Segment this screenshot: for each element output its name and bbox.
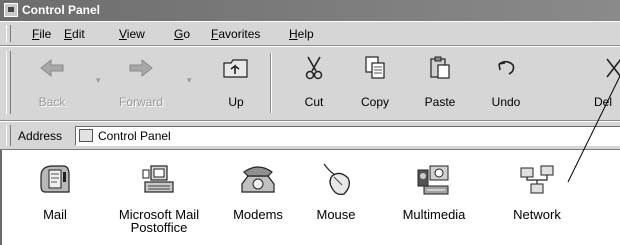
item-label: Mail	[43, 207, 67, 222]
scissors-icon	[305, 56, 323, 80]
undo-button[interactable]: Undo	[482, 53, 530, 115]
window-title: Control Panel	[22, 3, 101, 17]
toolbar: Back ▾ Forward ▾ Up Cut Copy Paste Undo …	[0, 46, 620, 121]
back-dropdown-icon[interactable]: ▾	[96, 75, 101, 86]
toolbar-grip[interactable]	[6, 51, 11, 114]
back-arrow-icon	[40, 58, 64, 78]
item-label: Multimedia	[402, 207, 466, 222]
address-value: Control Panel	[98, 129, 171, 143]
forward-arrow-icon	[129, 58, 153, 78]
address-grip[interactable]	[6, 125, 11, 146]
delete-icon	[606, 58, 620, 78]
mail-icon	[40, 165, 70, 193]
menu-bar: File Edit View Go Favorites Help	[0, 21, 620, 46]
undo-icon	[498, 60, 515, 75]
menu-go[interactable]: Go	[174, 27, 190, 41]
item-mail[interactable]: Mail	[5, 162, 105, 221]
menu-favorites[interactable]: Favorites	[211, 27, 260, 41]
item-multimedia[interactable]: Multimedia	[384, 162, 484, 221]
mouse-icon	[323, 163, 350, 196]
address-input[interactable]: Control Panel	[75, 126, 620, 146]
network-icon	[520, 165, 554, 194]
toolbar-separator	[270, 53, 272, 113]
item-label: Mouse	[316, 207, 356, 222]
back-button[interactable]: Back	[30, 53, 74, 115]
copy-label: Copy	[360, 95, 389, 109]
items-pane: Mail Microsoft Mail Postoffice Modems Mo…	[0, 150, 620, 245]
copy-icon	[365, 56, 385, 79]
undo-label: Undo	[491, 95, 521, 109]
forward-label: Forward	[118, 95, 163, 109]
mail-postoffice-icon	[142, 165, 174, 193]
paste-icon	[430, 56, 450, 79]
delete-button[interactable]: Del	[594, 53, 620, 115]
item-label: Microsoft Mail Postoffice	[118, 207, 200, 235]
control-panel-icon	[4, 3, 18, 17]
delete-label: Del	[594, 95, 613, 109]
menu-grip[interactable]	[6, 25, 11, 42]
address-bar: Address Control Panel	[0, 121, 620, 150]
telephone-icon	[241, 166, 275, 193]
multimedia-icon	[417, 165, 449, 195]
menu-edit[interactable]: Edit	[64, 27, 85, 41]
item-network[interactable]: Network	[487, 162, 587, 221]
title-bar: Control Panel	[0, 0, 620, 21]
cut-label: Cut	[304, 95, 324, 109]
copy-button[interactable]: Copy	[352, 53, 398, 115]
paste-button[interactable]: Paste	[416, 53, 464, 115]
item-microsoft-mail-postoffice[interactable]: Microsoft Mail Postoffice	[109, 162, 209, 234]
menu-file[interactable]: File	[32, 27, 51, 41]
item-label: Network	[513, 207, 561, 222]
back-label: Back	[38, 95, 66, 109]
menu-help[interactable]: Help	[289, 27, 314, 41]
up-label: Up	[228, 95, 244, 109]
paste-label: Paste	[424, 95, 456, 109]
control-panel-icon	[79, 129, 93, 142]
cut-button[interactable]: Cut	[292, 53, 336, 115]
forward-dropdown-icon[interactable]: ▾	[187, 75, 192, 86]
forward-button[interactable]: Forward	[111, 53, 171, 115]
item-mouse[interactable]: Mouse	[286, 162, 386, 221]
up-folder-icon	[223, 59, 248, 78]
menu-view[interactable]: View	[119, 27, 145, 41]
up-button[interactable]: Up	[216, 53, 256, 115]
address-label: Address	[18, 129, 63, 143]
